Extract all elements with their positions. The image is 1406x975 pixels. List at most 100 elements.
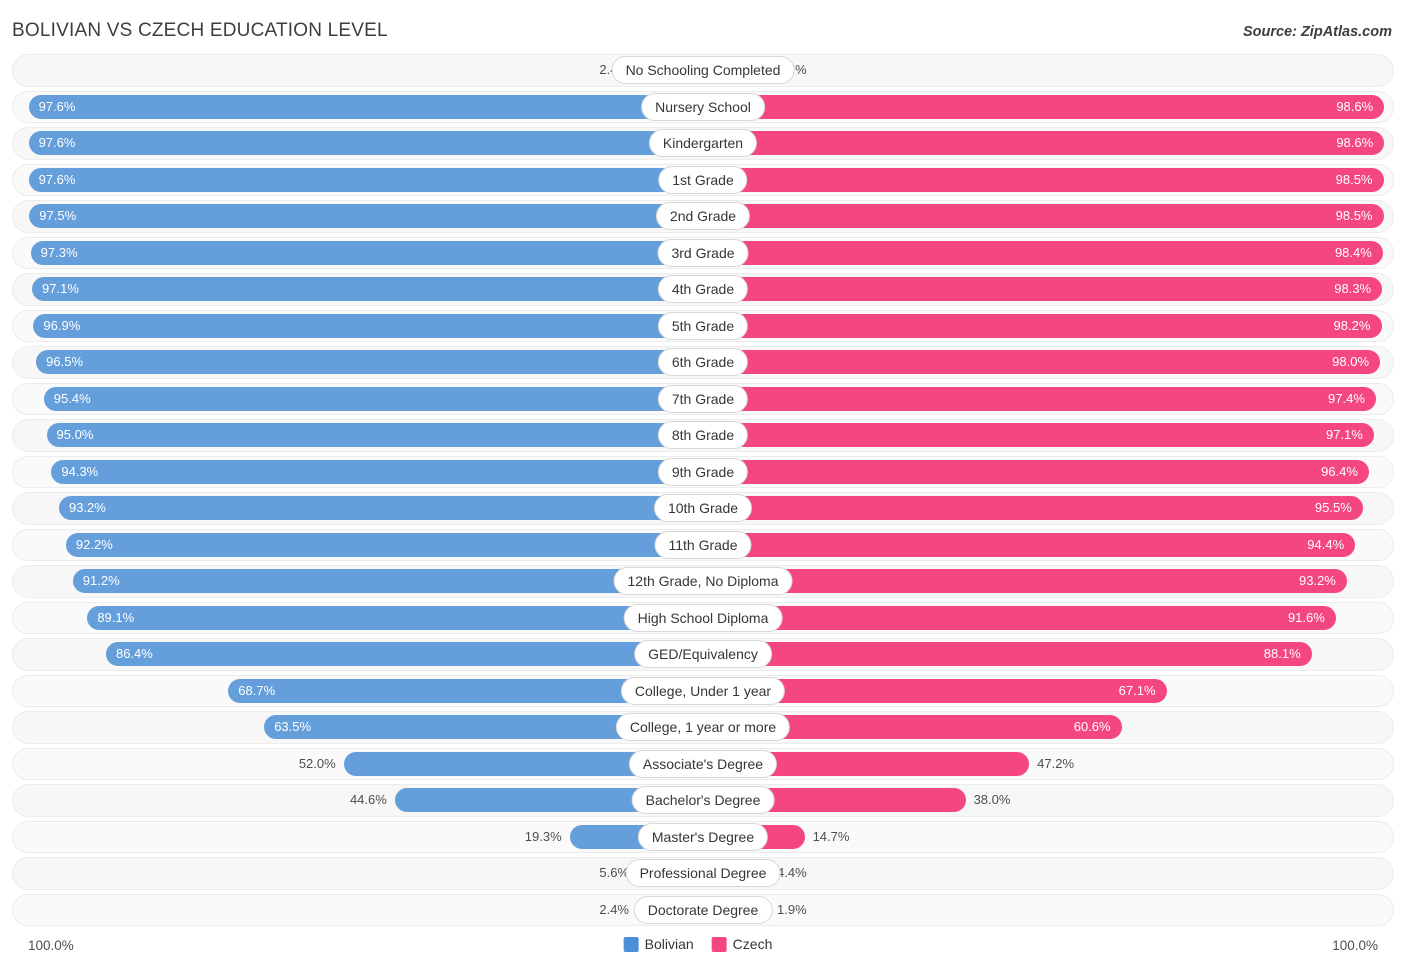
source-attribution: Source: ZipAtlas.com (1242, 24, 1392, 40)
chart-footer: 100.0% 100.0% Bolivian Czech (12, 932, 1394, 962)
bar-value-czech: 4.4% (777, 865, 807, 880)
row-label[interactable]: Doctorate Degree (633, 895, 773, 924)
bar-value-bolivian: 5.6% (599, 865, 629, 880)
bar-value-czech: 97.1% (1325, 427, 1363, 442)
bar-value-czech: 94.4% (1307, 536, 1345, 552)
row-label[interactable]: College, Under 1 year (620, 676, 786, 705)
row-label[interactable]: 12th Grade, No Diploma (613, 567, 793, 595)
row-label[interactable]: 7th Grade (657, 384, 749, 413)
bar-value-czech: 98.5% (1335, 171, 1373, 187)
bar-czech (703, 94, 1385, 119)
bar-bolivian (29, 204, 703, 228)
chart-row: 92.2% 94.4% 11th Grade (12, 527, 1394, 564)
row-label[interactable]: Bachelor's Degree (631, 786, 775, 814)
legend-swatch-bolivian (623, 936, 639, 952)
bar-czech (703, 167, 1384, 192)
bar-value-bolivian: 93.2% (68, 500, 106, 515)
bar-czech (703, 204, 1384, 228)
bar-bolivian (32, 277, 703, 301)
row-label[interactable]: 5th Grade (657, 311, 749, 340)
bar-czech (703, 532, 1356, 557)
axis-right-max: 100.0% (1332, 938, 1378, 953)
row-label[interactable]: 3rd Grade (657, 238, 749, 267)
chart-row: 2.4%1.5%No Schooling Completed (12, 52, 1394, 89)
chart-row: 63.5% 60.6% College, 1 year or more (12, 709, 1394, 746)
bar-czech (703, 240, 1383, 265)
bar-value-bolivian: 96.5% (46, 354, 84, 369)
bar-bolivian (46, 423, 703, 447)
row-label[interactable]: 8th Grade (657, 421, 749, 449)
bar-value-bolivian: 68.7% (238, 682, 276, 698)
row-label[interactable]: 6th Grade (657, 348, 749, 376)
bar-value-bolivian: 52.0% (298, 755, 336, 771)
row-label[interactable]: 4th Grade (657, 275, 749, 303)
row-label[interactable]: GED/Equivalency (634, 640, 772, 668)
bar-value-czech: 98.6% (1336, 98, 1374, 114)
row-label[interactable]: 1st Grade (658, 165, 748, 194)
bar-value-bolivian: 91.2% (82, 573, 120, 588)
row-label[interactable]: Master's Degree (637, 822, 769, 851)
chart-row: 19.3% 14.7% Master's Degree (12, 819, 1394, 856)
bar-value-czech: 98.2% (1333, 317, 1371, 333)
bar-value-czech: 93.2% (1299, 573, 1336, 588)
bar-bolivian (59, 496, 703, 520)
bar-czech (703, 642, 1312, 666)
axis-left-max: 100.0% (28, 938, 74, 953)
chart-row: 95.0% 97.1% 8th Grade (12, 417, 1394, 454)
row-label[interactable]: Professional Degree (625, 859, 781, 887)
row-label[interactable]: Nursery School (641, 92, 765, 121)
bar-bolivian (28, 131, 703, 155)
bar-value-czech: 98.6% (1336, 135, 1374, 150)
chart-row: 44.6% 38.0% Bachelor's Degree (12, 782, 1394, 819)
bar-value-bolivian: 97.3% (40, 244, 78, 260)
bar-czech (703, 313, 1382, 338)
row-label[interactable]: No Schooling Completed (611, 56, 795, 84)
bar-value-czech: 96.4% (1321, 463, 1358, 479)
bar-bolivian (30, 240, 703, 265)
diverging-bar-rows: 2.4%1.5%No Schooling Completed 97.6% 98.6%… (12, 52, 1394, 928)
row-label[interactable]: Associate's Degree (628, 749, 778, 778)
bar-czech (703, 386, 1377, 411)
bar-bolivian (105, 642, 703, 666)
bar-value-bolivian: 97.5% (39, 208, 77, 223)
chart-row: 86.4% 88.1% GED/Equivalency (12, 636, 1394, 673)
row-label[interactable]: 10th Grade (653, 494, 753, 522)
row-label[interactable]: 9th Grade (657, 457, 749, 486)
chart-row: 91.2% 93.2% 12th Grade, No Diploma (12, 563, 1394, 600)
row-label[interactable]: High School Diploma (623, 603, 783, 632)
bar-bolivian (36, 350, 703, 374)
bar-czech (703, 131, 1385, 155)
chart-row: 5.6% 4.4% Professional Degree (12, 855, 1394, 892)
bar-czech (703, 496, 1363, 520)
legend-item-bolivian[interactable]: Bolivian (623, 936, 694, 952)
bar-value-czech: 98.0% (1332, 354, 1370, 369)
bar-value-czech: 38.0% (973, 792, 1011, 807)
bar-value-bolivian: 92.2% (75, 536, 113, 552)
chart-row: 97.6% 98.6% Nursery School (12, 89, 1394, 126)
page-title: BOLIVIAN VS CZECH EDUCATION LEVEL (12, 20, 388, 41)
chart-row: 89.1% 91.6% High School Diploma (12, 600, 1394, 637)
chart-row: 97.6% 98.5% 1st Grade (12, 162, 1394, 199)
bar-value-bolivian: 96.9% (43, 317, 81, 333)
bar-czech (703, 605, 1336, 630)
chart-row: 68.7% 67.1% College, Under 1 year (12, 673, 1394, 710)
chart-header: BOLIVIAN VS CZECH EDUCATION LEVEL Source… (0, 0, 1406, 52)
chart-row: 95.4% 97.4% 7th Grade (12, 381, 1394, 418)
row-label[interactable]: College, 1 year or more (615, 713, 791, 741)
chart-row: 93.2% 95.5% 10th Grade (12, 490, 1394, 527)
bar-value-czech: 95.5% (1314, 500, 1352, 515)
bar-value-czech: 98.5% (1335, 208, 1373, 223)
bar-value-czech: 67.1% (1118, 682, 1156, 698)
legend-item-czech[interactable]: Czech (711, 936, 773, 952)
bar-value-bolivian: 2.4% (599, 901, 629, 917)
row-label[interactable]: 2nd Grade (655, 202, 751, 230)
bar-bolivian (51, 459, 703, 484)
row-label[interactable]: Kindergarten (648, 129, 758, 157)
bar-value-bolivian: 86.4% (115, 646, 153, 661)
bar-value-czech: 98.4% (1334, 244, 1372, 260)
bar-value-bolivian: 95.4% (53, 390, 91, 406)
row-label[interactable]: 11th Grade (654, 530, 752, 559)
chart-row: 94.3% 96.4% 9th Grade (12, 454, 1394, 491)
legend-label-czech: Czech (732, 936, 773, 952)
chart-row: 97.5% 98.5% 2nd Grade (12, 198, 1394, 235)
